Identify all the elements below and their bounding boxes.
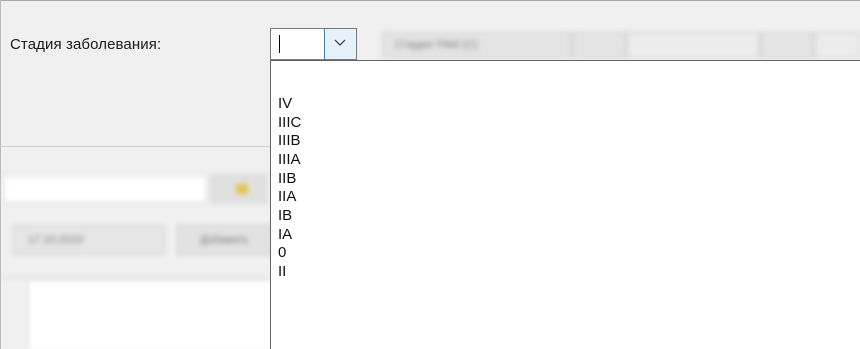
stage-option[interactable]: IIIC [278, 114, 301, 132]
form-window: Стадия заболевания: Стадия TNM (С) 17.10… [0, 0, 860, 349]
blurred-field-text: Стадия TNM (С) [395, 39, 478, 51]
stage-option[interactable]: IIIA [278, 151, 301, 169]
text-cursor [279, 35, 280, 53]
stage-option[interactable]: 0 [278, 244, 286, 262]
blurred-button[interactable] [760, 32, 814, 58]
blurred-field-2[interactable] [814, 32, 860, 58]
chevron-down-icon [334, 39, 346, 46]
stage-label: Стадия заболевания: [10, 36, 162, 53]
blurred-date-text: 17.10.2019 [28, 234, 84, 246]
blurred-date-field[interactable]: 17.10.2019 [13, 225, 165, 255]
stage-dropdown-list: IV IIIC IIIB IIIA IIB IIA IB IA 0 II [270, 60, 860, 349]
stage-option[interactable]: IA [278, 226, 292, 244]
blurred-add-text: Добавить [200, 234, 249, 246]
lower-divider [1, 277, 272, 278]
folder-icon [236, 184, 248, 194]
window-top-border [0, 0, 860, 1]
dropdown-button[interactable] [324, 29, 356, 59]
blurred-search-field[interactable] [3, 175, 207, 203]
stage-select[interactable] [270, 28, 357, 60]
blurred-spin[interactable] [572, 32, 626, 58]
stage-option[interactable]: II [278, 263, 286, 281]
blurred-select[interactable] [626, 32, 760, 58]
blurred-add-button[interactable]: Добавить [177, 225, 271, 255]
stage-option[interactable]: IIA [278, 188, 296, 206]
stage-option[interactable]: IV [278, 95, 292, 113]
blurred-white-area [30, 282, 272, 349]
stage-option[interactable]: IIB [278, 170, 296, 188]
stage-option[interactable]: IB [278, 207, 292, 225]
blurred-search-button[interactable] [211, 175, 267, 203]
blurred-field[interactable]: Стадия TNM (С) [382, 32, 572, 58]
stage-option[interactable]: IIIB [278, 132, 301, 150]
